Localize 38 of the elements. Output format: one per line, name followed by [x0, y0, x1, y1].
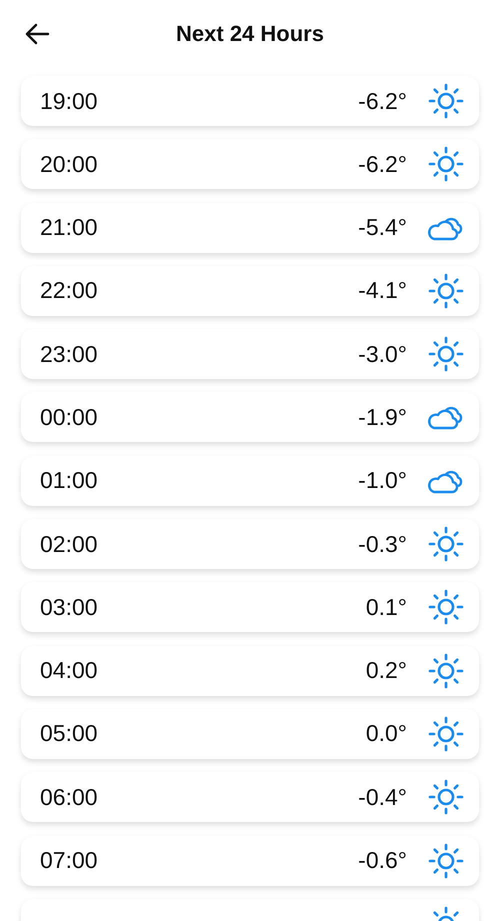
temperature: 0.1° [366, 594, 407, 621]
back-button[interactable] [24, 22, 50, 46]
hour-time: 03:00 [40, 594, 99, 621]
temperature: 0.0° [366, 720, 407, 748]
sun-icon [428, 589, 464, 626]
hour-time: 02:00 [40, 530, 99, 558]
sun-icon [428, 652, 464, 689]
hour-time: 23:00 [40, 340, 99, 368]
hour-time: 01:00 [40, 467, 99, 494]
sun-icon [428, 526, 464, 562]
temperature: -5.4° [358, 214, 407, 242]
temperature: -6.2° [358, 150, 407, 178]
hour-time: 20:00 [40, 150, 99, 178]
temperature: -1.0° [358, 467, 407, 494]
sun-icon [428, 716, 464, 752]
hour-time: 00:00 [40, 404, 99, 431]
temperature: -6.2° [358, 88, 407, 114]
temperature: 0.2° [366, 657, 407, 684]
hour-time: 07:00 [40, 847, 99, 874]
hour-time: 22:00 [40, 277, 99, 304]
temperature: -3.0° [358, 340, 407, 368]
sun-icon [428, 336, 464, 372]
sun-icon [428, 779, 464, 816]
hour-time: 21:00 [40, 214, 99, 242]
hour-time: 19:00 [40, 88, 99, 114]
page-title: Next 24 Hours [176, 21, 324, 47]
temperature: -0.6° [358, 847, 407, 874]
sun-icon [428, 842, 464, 879]
sun-icon [428, 146, 464, 182]
hour-time: 05:00 [40, 720, 99, 748]
temperature: -1.9° [358, 404, 407, 431]
sun-icon [428, 272, 464, 309]
temperature: -0.4° [358, 784, 407, 811]
temperature: -4.1° [358, 277, 407, 304]
hour-time: 04:00 [40, 657, 99, 684]
sun-icon [428, 83, 464, 119]
temperature: -0.3° [358, 530, 407, 558]
hour-time: 06:00 [40, 784, 99, 811]
